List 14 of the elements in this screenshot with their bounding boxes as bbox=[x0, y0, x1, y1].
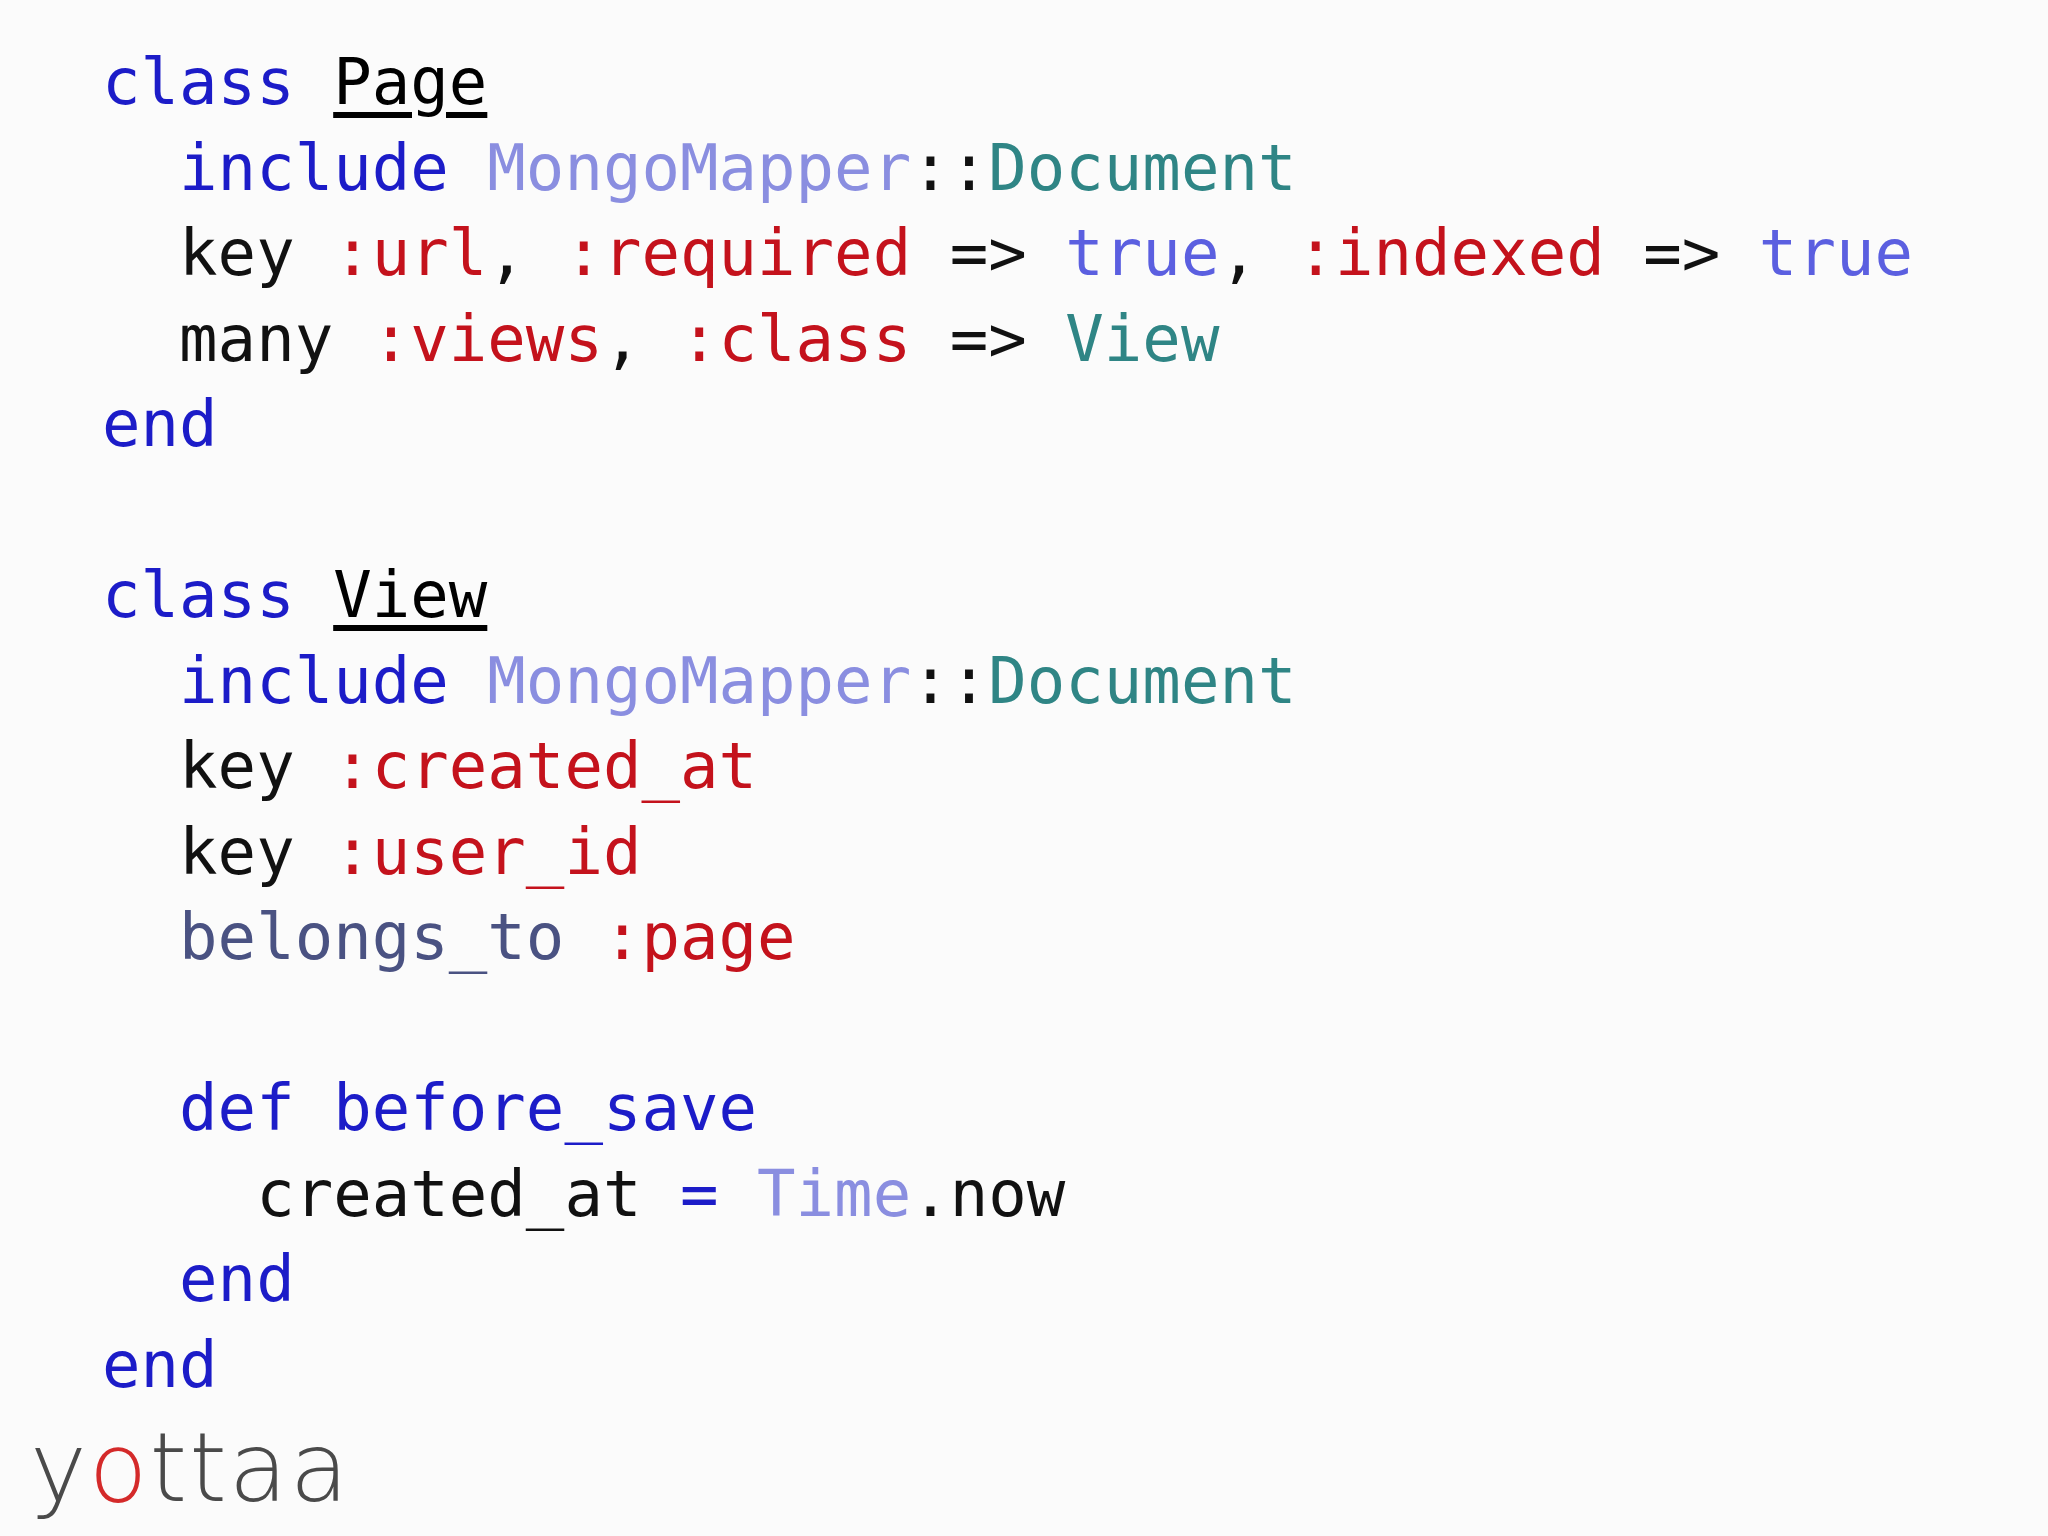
code-line: many :views, :class => View bbox=[178, 300, 1220, 378]
code-line: include MongoMapper::Document bbox=[178, 642, 1297, 720]
code-line: class Page bbox=[102, 44, 488, 121]
code-line: def before_save bbox=[178, 1070, 758, 1147]
code-line: key :created_at bbox=[178, 728, 758, 805]
code-line: class View bbox=[102, 557, 488, 634]
code-line: include MongoMapper::Document bbox=[178, 129, 1297, 207]
code-line: created_at = Time.now bbox=[255, 1155, 1066, 1233]
code-line: end bbox=[178, 1241, 295, 1318]
code-line: key :url, :required => true, :indexed => true bbox=[178, 215, 1913, 292]
code-line: key :user_id bbox=[178, 813, 642, 891]
code-line: end bbox=[102, 386, 218, 463]
code-line: belongs_to :page bbox=[178, 899, 796, 976]
code-line: end bbox=[102, 1326, 218, 1404]
